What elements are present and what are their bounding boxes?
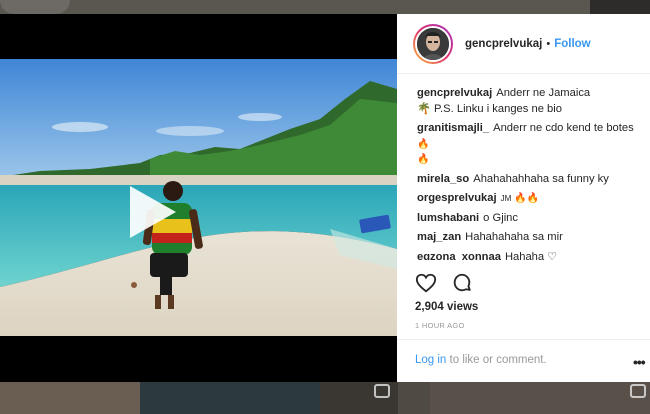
play-icon[interactable] <box>124 184 180 240</box>
login-prompt: Log in to like or comment. <box>415 354 547 366</box>
follow-button[interactable]: Follow <box>554 38 590 50</box>
comment-text: Ahahahahhaha sa funny ky <box>473 172 609 185</box>
comment-text: Anderr ne cdo kend te botes <box>493 122 634 134</box>
post-footer: Log in to like or comment. ••• <box>397 339 650 382</box>
post-timestamp: 1 HOUR AGO <box>415 321 465 330</box>
fire-emoji: 🔥 <box>417 154 430 165</box>
comment-item: egzona_xonnaa Hahaha ♡ <box>417 250 638 261</box>
comment-username[interactable]: orgesprelvukaj <box>417 192 497 204</box>
login-prompt-text: to like or comment. <box>446 354 547 366</box>
caption-text: Anderr ne Jamaica <box>496 87 591 99</box>
comment-item: granitismajli_ Anderr ne cdo kend te bote… <box>417 121 638 168</box>
comment-item: maj_zan Hahahahaha sa mir <box>417 230 638 246</box>
comment-item: lumshabani o Gjinc <box>417 211 638 227</box>
background-thumbnail <box>590 0 650 14</box>
caption-username[interactable]: gencprelvukaj <box>417 87 492 99</box>
comment-username[interactable]: lumshabani <box>417 212 479 224</box>
comment-username[interactable]: maj_zan <box>417 231 461 243</box>
post-actions <box>415 272 473 294</box>
caption-text-line2: 🌴 P.S. Linku i kanges ne bio <box>417 102 562 115</box>
background-thumbnail[interactable] <box>0 382 140 414</box>
heart-icon[interactable] <box>415 272 437 294</box>
more-options-icon[interactable]: ••• <box>633 354 646 370</box>
profile-photo <box>417 27 449 60</box>
beach-video-still <box>0 59 397 336</box>
separator-dot: • <box>546 37 551 50</box>
comment-text: o Gjinc <box>483 211 518 224</box>
comment-item: mirela_so Ahahahahhaha sa funny ky <box>417 172 638 188</box>
video-frame[interactable] <box>0 59 397 336</box>
video-thumbnail-icon <box>374 384 390 398</box>
comment-text: JM <box>500 194 512 203</box>
fire-emoji: 🔥 <box>417 138 430 150</box>
post-details-panel: gencprelvukaj • Follow gencprelvukaj Ande… <box>397 14 650 382</box>
comments-list[interactable]: gencprelvukaj Anderr ne Jamaica 🌴 P.S. Li… <box>397 74 650 260</box>
video-thumbnail-icon <box>630 384 646 398</box>
comment-username[interactable]: granitismajli_ <box>417 122 489 134</box>
background-thumbnail <box>0 0 70 14</box>
background-feed-top <box>0 0 650 14</box>
comment-username[interactable]: mirela_so <box>417 173 469 185</box>
avatar[interactable] <box>413 23 453 64</box>
comment-icon[interactable] <box>451 272 473 294</box>
background-thumbnail[interactable] <box>430 382 650 414</box>
comment-text: Hahahahaha sa mir <box>465 231 563 243</box>
login-link[interactable]: Log in <box>415 354 446 366</box>
post-caption: gencprelvukaj Anderr ne Jamaica 🌴 P.S. Li… <box>417 86 638 117</box>
video-player[interactable] <box>0 14 397 382</box>
background-thumbnail[interactable] <box>140 382 320 414</box>
post-header: gencprelvukaj • Follow <box>397 14 650 74</box>
comment-text: Hahaha ♡ <box>504 250 558 261</box>
fire-emoji: 🔥🔥 <box>514 193 540 204</box>
view-count[interactable]: 2,904 views <box>415 301 478 313</box>
comment-item: orgesprelvukaj JM 🔥🔥 <box>417 191 638 207</box>
comment-username[interactable]: egzona_xonnaa <box>417 251 501 261</box>
post-author-username[interactable]: gencprelvukaj <box>465 38 542 50</box>
